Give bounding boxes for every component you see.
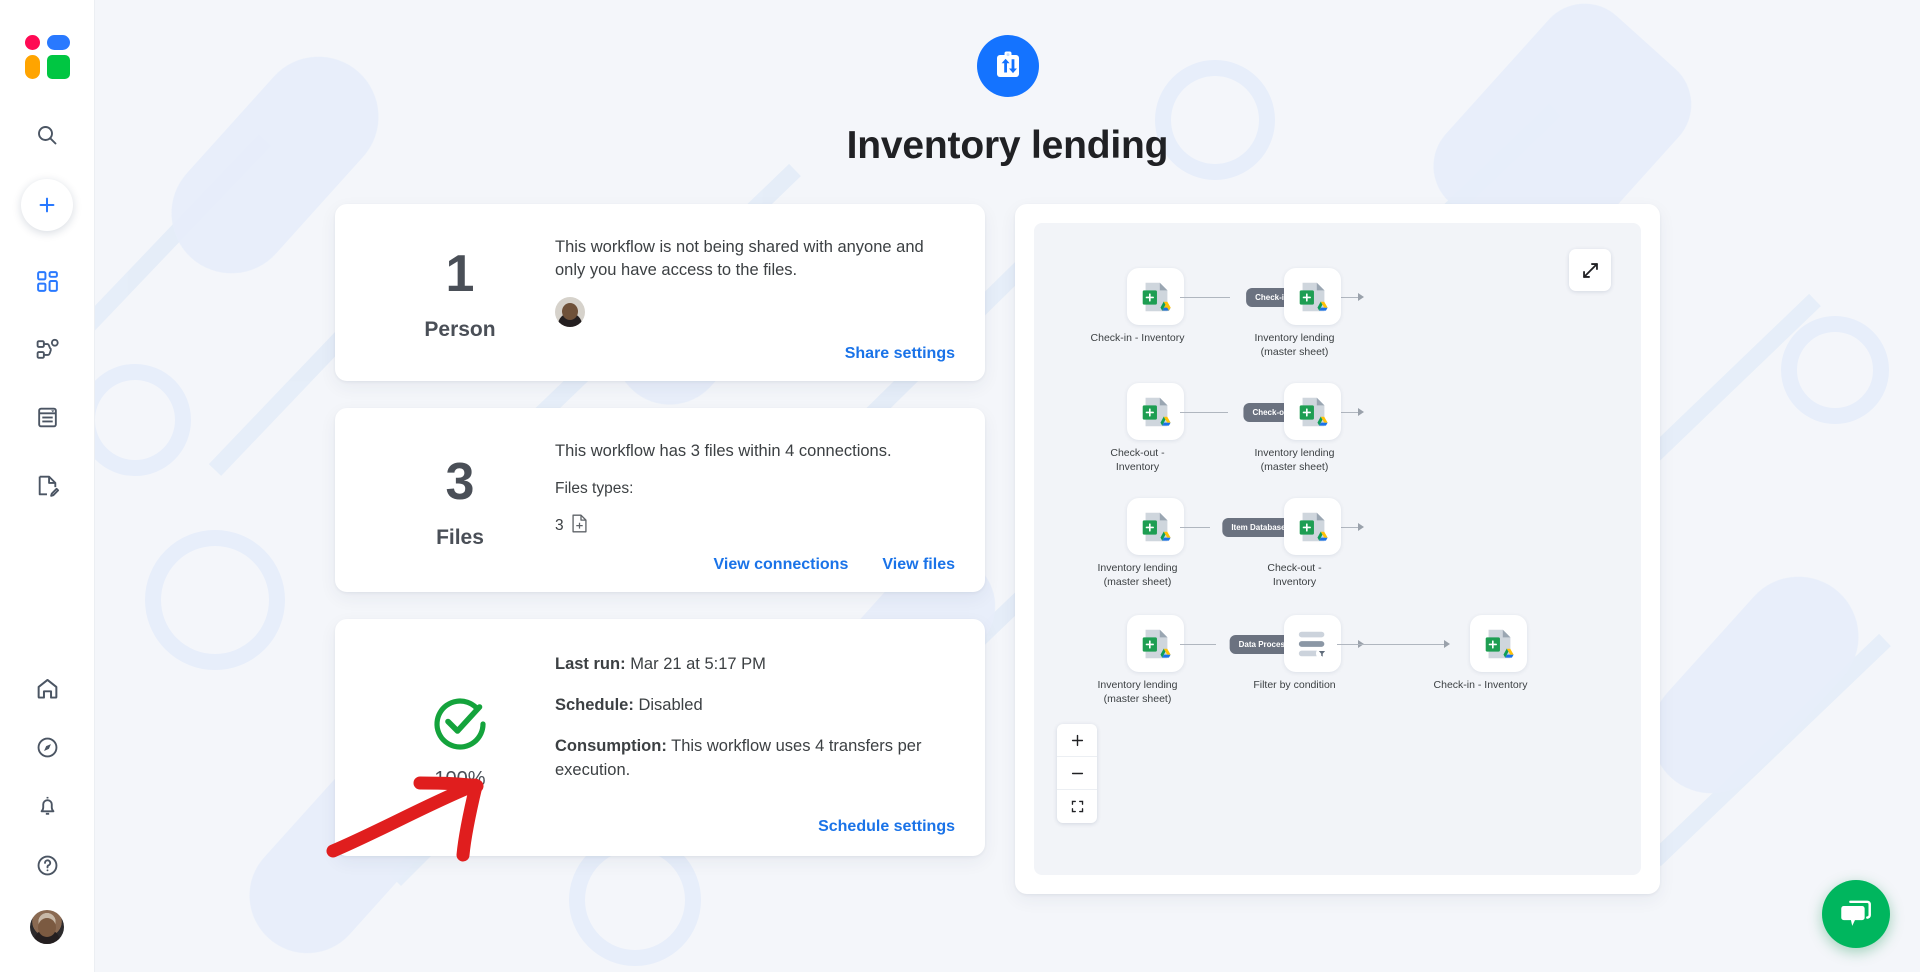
page-title: Inventory lending — [846, 124, 1169, 167]
zoom-out-button[interactable] — [1057, 757, 1097, 790]
app-logo[interactable] — [25, 33, 70, 79]
sheet-node-icon[interactable] — [1127, 615, 1185, 672]
sheet-node-icon[interactable] — [1284, 383, 1342, 440]
home-icon[interactable] — [21, 662, 73, 714]
bell-icon[interactable] — [21, 780, 73, 832]
node-checkin-inventory-r1[interactable]: Check-in - Inventory — [1091, 268, 1203, 346]
node-inventory-lending-r3[interactable]: Inventory lending (master sheet) — [1098, 498, 1203, 590]
node-checkin-inventory-r4[interactable]: Check-in - Inventory — [1434, 615, 1546, 693]
diagram-canvas[interactable]: Check-in - Inventory Check-in Inventory … — [1034, 223, 1641, 875]
edge-arrow — [1444, 640, 1450, 648]
files-count: 3 — [445, 453, 475, 512]
main-area: Inventory lending 1 Person This workflow… — [95, 0, 1920, 972]
node-label: Check-out - Inventory — [1110, 447, 1165, 473]
sheet-node-icon[interactable] — [1284, 268, 1342, 325]
zoom-controls — [1057, 724, 1097, 823]
edge-line — [1180, 297, 1230, 298]
view-connections-link[interactable]: View connections — [714, 556, 849, 574]
node-inventory-lending-r2[interactable]: Inventory lending (master sheet) — [1255, 383, 1360, 475]
file-type-row: 3 — [555, 514, 955, 538]
node-label: Inventory lending (master sheet) — [1254, 447, 1335, 473]
logo-dot-blue — [47, 35, 70, 50]
node-label: Inventory lending (master sheet) — [1097, 679, 1178, 705]
schedule-row: Schedule: Disabled — [555, 694, 955, 717]
node-inventory-lending-r4[interactable]: Inventory lending (master sheet) — [1098, 615, 1203, 707]
edge-line — [1337, 644, 1445, 645]
consumption-row: Consumption: This workflow uses 4 transf… — [555, 735, 955, 781]
sheet-node-icon[interactable] — [1127, 383, 1185, 440]
files-label: Files — [436, 526, 484, 550]
form-icon[interactable] — [21, 459, 73, 511]
status-percent: 100% — [434, 768, 486, 791]
page-header: Inventory lending — [95, 0, 1920, 168]
node-label: Inventory lending (master sheet) — [1097, 562, 1178, 588]
schedule-label: Schedule: — [555, 696, 634, 715]
summary-cards-column: 1 Person This workflow is not being shar… — [335, 204, 985, 894]
people-count: 1 — [445, 245, 475, 304]
edge-line — [1180, 644, 1216, 645]
file-types-label: Files types: — [555, 480, 634, 498]
share-settings-link[interactable]: Share settings — [845, 345, 955, 363]
logo-dot-green — [47, 55, 70, 79]
node-inventory-lending-r1[interactable]: Inventory lending (master sheet) — [1255, 268, 1360, 360]
people-stat: 1 Person — [365, 228, 555, 363]
create-button[interactable] — [21, 179, 73, 231]
sheet-node-icon[interactable] — [1284, 498, 1342, 555]
node-checkout-inventory-r2[interactable]: Check-out - Inventory — [1109, 383, 1203, 475]
consumption-label: Consumption: — [555, 737, 667, 756]
content-columns: 1 Person This workflow is not being shar… — [95, 168, 1920, 894]
view-files-link[interactable]: View files — [882, 556, 955, 574]
node-label: Inventory lending (master sheet) — [1254, 332, 1335, 358]
people-label: Person — [424, 318, 496, 342]
people-description: This workflow is not being shared with a… — [555, 238, 924, 280]
file-type-count: 3 — [555, 517, 564, 535]
transfer-clipboard-icon — [976, 35, 1039, 97]
shared-user-avatar[interactable] — [555, 296, 585, 327]
zoom-in-button[interactable] — [1057, 724, 1097, 757]
sheet-node-icon[interactable] — [1470, 615, 1528, 672]
app-root: Inventory lending 1 Person This workflow… — [0, 0, 1920, 972]
last-run-label: Last run: — [555, 655, 626, 674]
workflow-diagram-card: Check-in - Inventory Check-in Inventory … — [1015, 204, 1660, 894]
search-icon[interactable] — [21, 109, 73, 161]
schedule-value: Disabled — [638, 696, 703, 715]
workflow-icon[interactable] — [21, 323, 73, 375]
status-gauge: 100% — [365, 647, 555, 835]
sheet-icon[interactable] — [21, 391, 73, 443]
schedule-settings-link[interactable]: Schedule settings — [818, 818, 955, 836]
chat-bubbles-icon[interactable] — [1822, 880, 1890, 948]
files-card: 3 Files This workflow has 3 files within… — [335, 407, 985, 593]
node-filter-by-condition[interactable]: Filter by condition — [1253, 615, 1360, 693]
logo-dot-red — [25, 35, 40, 50]
edge-line — [1180, 412, 1228, 413]
logo-dot-orange — [25, 55, 40, 79]
files-stat: 3 Files — [365, 432, 555, 574]
help-icon[interactable] — [21, 839, 73, 891]
people-card: 1 Person This workflow is not being shar… — [335, 204, 985, 381]
success-check-icon — [429, 691, 491, 758]
files-description: This workflow has 3 files within 4 conne… — [555, 441, 892, 460]
node-label: Check-in - Inventory — [1090, 332, 1185, 344]
status-card: 100% Last run: Mar 21 at 5:17 PM Schedul… — [335, 619, 985, 856]
edge-line — [1180, 527, 1210, 528]
last-run-value: Mar 21 at 5:17 PM — [630, 655, 766, 674]
node-label: Filter by condition — [1253, 679, 1336, 691]
dashboard-icon[interactable] — [21, 255, 73, 307]
node-label: Check-in - Inventory — [1433, 679, 1528, 691]
sheet-node-icon[interactable] — [1127, 498, 1185, 555]
workflow-diagram-column: Check-in - Inventory Check-in Inventory … — [1015, 204, 1660, 894]
fit-screen-icon[interactable] — [1057, 790, 1097, 823]
expand-diagonal-icon[interactable] — [1569, 249, 1611, 291]
node-checkout-inventory-r3[interactable]: Check-out - Inventory — [1266, 498, 1360, 590]
compass-icon[interactable] — [21, 721, 73, 773]
last-run-row: Last run: Mar 21 at 5:17 PM — [555, 653, 955, 676]
avatar[interactable] — [30, 910, 64, 944]
node-label: Check-out - Inventory — [1267, 562, 1322, 588]
sheet-file-icon — [571, 514, 588, 538]
sheet-node-icon[interactable] — [1127, 268, 1185, 325]
filter-node-icon[interactable] — [1284, 615, 1342, 672]
left-sidebar — [0, 0, 95, 972]
